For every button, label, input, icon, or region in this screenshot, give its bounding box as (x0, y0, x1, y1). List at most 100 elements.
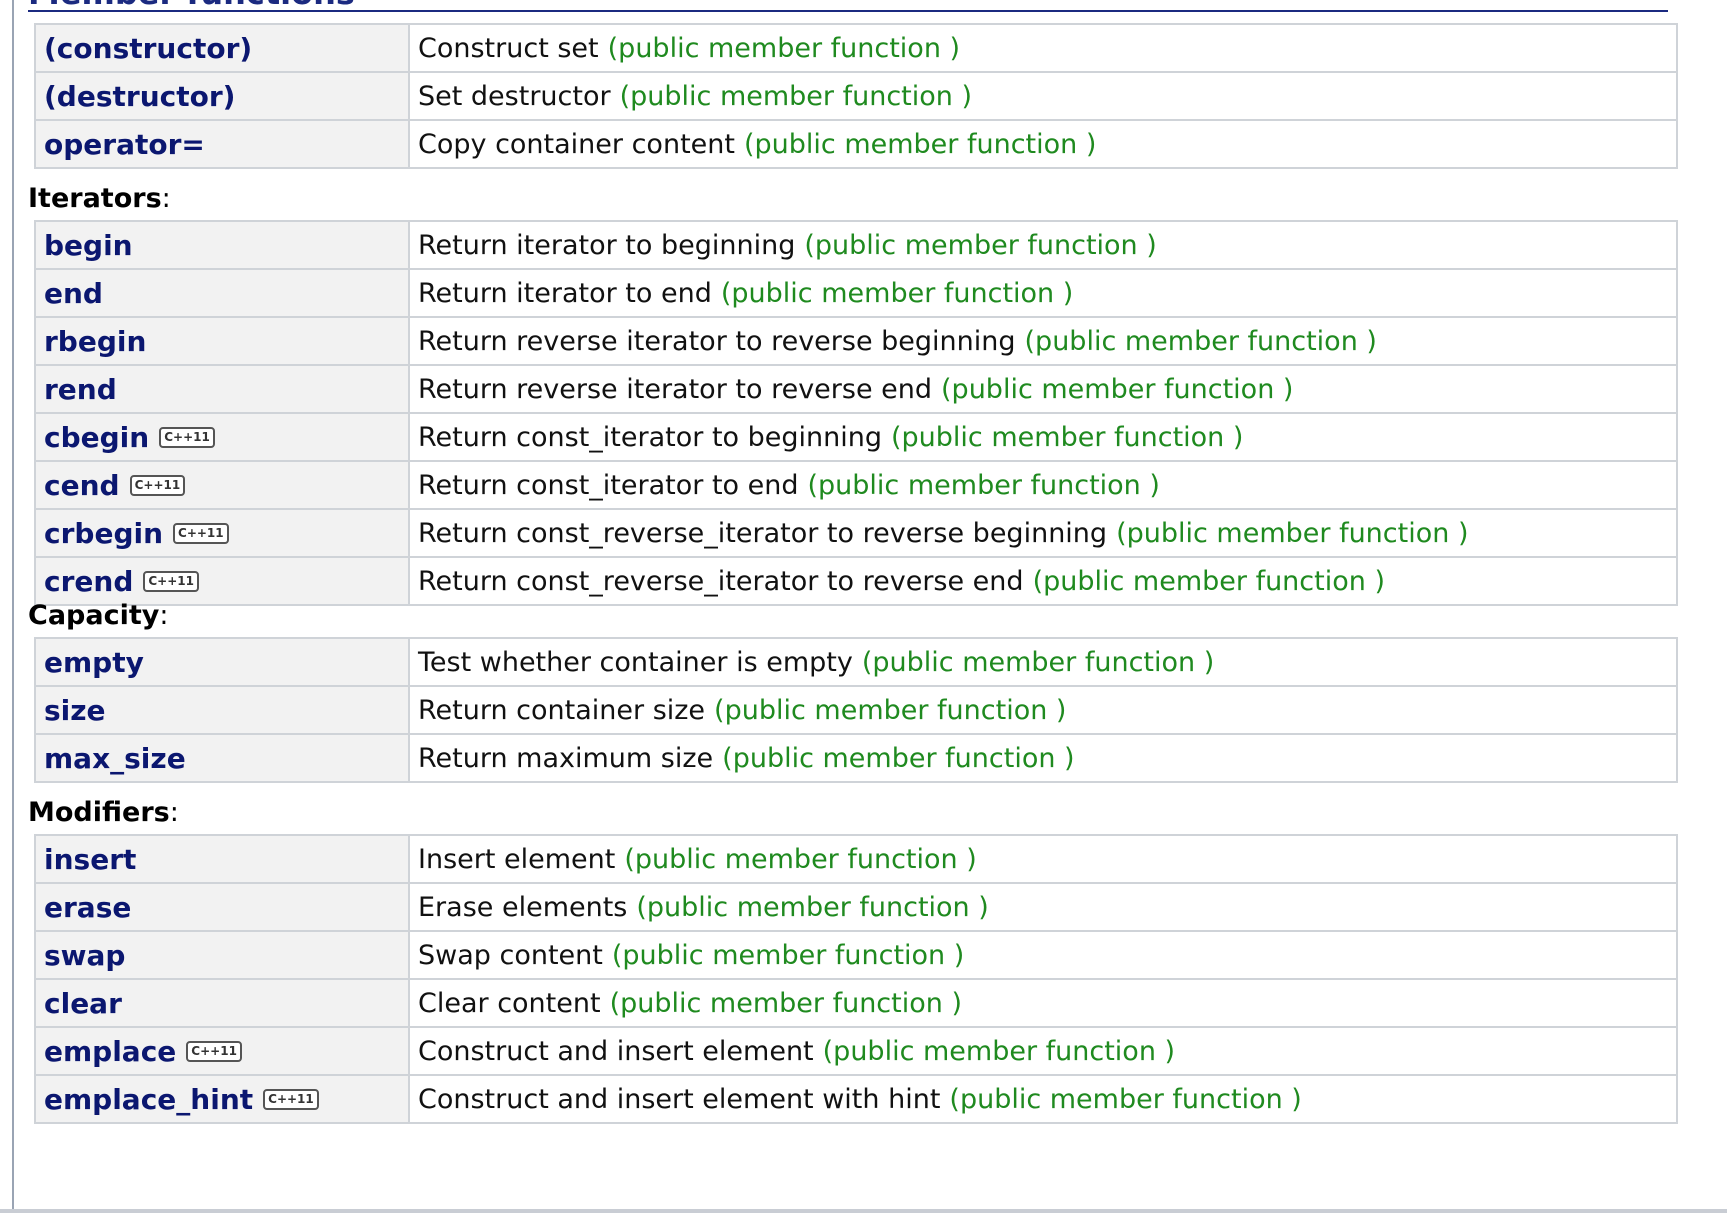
member-name-link[interactable]: clear (44, 987, 122, 1020)
table-row: (destructor) Set destructor (public member… (34, 71, 1678, 121)
section-heading: Member functions (28, 0, 355, 10)
cpp11-badge-icon: C++11 (159, 426, 215, 448)
member-table-modifiers: insert Insert element (public member funct… (34, 834, 1678, 1124)
member-description: Return const_iterator to beginning (418, 421, 882, 453)
member-name-cell: swap (34, 930, 410, 980)
member-description-cell: Return container size (public member func… (408, 685, 1678, 735)
member-name-link[interactable]: cend (44, 469, 120, 502)
member-name-link[interactable]: (constructor) (44, 32, 252, 65)
member-name-link[interactable]: cbegin (44, 421, 149, 454)
member-kind-label: (public member function ) (714, 694, 1067, 726)
member-name-link[interactable]: erase (44, 891, 131, 924)
table-row: emplace_hint C++11 Construct and insert el… (34, 1074, 1678, 1124)
member-name-cell: max_size (34, 733, 410, 783)
member-description: Test whether container is empty (418, 646, 853, 678)
member-kind-label: (public member function ) (636, 891, 989, 923)
member-name-link[interactable]: operator= (44, 128, 205, 161)
member-description: Insert element (418, 843, 616, 875)
member-name-cell: rbegin (34, 316, 410, 366)
member-name-link[interactable]: swap (44, 939, 125, 972)
member-name-cell: size (34, 685, 410, 735)
table-row: cend C++11 Return const_iterator to end (pu… (34, 460, 1678, 510)
member-description: Return const_reverse_iterator to reverse… (418, 565, 1024, 597)
member-name-cell: insert (34, 834, 410, 884)
member-name-link[interactable]: crbegin (44, 517, 163, 550)
group-title-capacity: Capacity: (28, 600, 169, 631)
member-name-cell: cend C++11 (34, 460, 410, 510)
member-name-link[interactable]: emplace_hint (44, 1083, 253, 1116)
member-description-cell: Return reverse iterator to reverse end (p… (408, 364, 1678, 414)
member-name-link[interactable]: emplace (44, 1035, 176, 1068)
member-kind-label: (public member function ) (822, 1035, 1176, 1067)
table-row: erase Erase elements (public member functi… (34, 882, 1678, 932)
member-description: Return const_iterator to end (418, 469, 799, 501)
member-table-capacity: empty Test whether container is empty (pub… (34, 637, 1678, 783)
cpp11-badge-icon: C++11 (129, 474, 186, 496)
member-kind-label: (public member function ) (804, 229, 1157, 261)
table-row: max_size Return maximum size (public membe… (34, 733, 1678, 783)
bottom-divider (0, 1209, 1727, 1213)
member-description: Return maximum size (418, 742, 714, 774)
member-name-link[interactable]: rbegin (44, 325, 146, 358)
member-description: Return iterator to end (418, 277, 712, 309)
member-kind-label: (public member function ) (1116, 517, 1469, 549)
member-table-basic: (constructor) Construct set (public member… (34, 23, 1678, 169)
member-name-cell: end (34, 268, 410, 318)
member-description-cell: Return const_iterator to beginning (publi… (408, 412, 1678, 462)
member-name-cell: crend C++11 (34, 556, 410, 606)
member-description-cell: Erase elements (public member function ) (408, 882, 1678, 932)
member-description: Set destructor (418, 80, 611, 112)
member-name-link[interactable]: (destructor) (44, 80, 235, 113)
table-row: operator= Copy container content (public m… (34, 119, 1678, 169)
member-name-cell: (destructor) (34, 71, 410, 121)
member-description-cell: Set destructor (public member function ) (408, 71, 1678, 121)
member-name-cell: erase (34, 882, 410, 932)
member-description: Copy container content (418, 128, 735, 160)
member-description-cell: Copy container content (public member fun… (408, 119, 1678, 169)
member-kind-label: (public member function ) (807, 469, 1160, 501)
member-table-iterators: begin Return iterator to beginning (public… (34, 220, 1678, 606)
group-title-iterators: Iterators: (28, 183, 171, 214)
member-description-cell: Return reverse iterator to reverse begin… (408, 316, 1678, 366)
table-row: empty Test whether container is empty (pub… (34, 637, 1678, 687)
member-name-link[interactable]: begin (44, 229, 133, 262)
member-description: Construct set (418, 32, 599, 64)
member-name-link[interactable]: crend (44, 565, 133, 598)
member-name-link[interactable]: end (44, 277, 103, 310)
member-description-cell: Return maximum size (public member functi… (408, 733, 1678, 783)
member-description: Swap content (418, 939, 603, 971)
member-name-cell: operator= (34, 119, 410, 169)
member-description-cell: Construct and insert element with hint (p… (408, 1074, 1678, 1124)
member-name-cell: (constructor) (34, 23, 410, 73)
member-name-link[interactable]: rend (44, 373, 117, 406)
section-heading-underline (28, 10, 1668, 12)
table-row: crend C++11 Return const_reverse_iterator … (34, 556, 1678, 606)
member-name-link[interactable]: size (44, 694, 106, 727)
member-description-cell: Clear content (public member function ) (408, 978, 1678, 1028)
table-row: swap Swap content (public member function … (34, 930, 1678, 980)
member-kind-label: (public member function ) (861, 646, 1215, 678)
table-row: rend Return reverse iterator to reverse e… (34, 364, 1678, 414)
member-kind-label: (public member function ) (949, 1083, 1302, 1115)
left-margin-rule (0, 0, 14, 1213)
member-name-cell: emplace_hint C++11 (34, 1074, 410, 1124)
member-description-cell: Return iterator to beginning (public memb… (408, 220, 1678, 270)
table-row: begin Return iterator to beginning (public… (34, 220, 1678, 270)
table-row: (constructor) Construct set (public member… (34, 23, 1678, 73)
table-row: emplace C++11 Construct and insert element… (34, 1026, 1678, 1076)
cpp11-badge-icon: C++11 (143, 570, 199, 592)
member-description-cell: Construct and insert element (public memb… (408, 1026, 1678, 1076)
member-name-link[interactable]: max_size (44, 742, 186, 775)
page: Member functions (constructor) Construct … (0, 0, 1727, 1213)
member-description: Return iterator to beginning (418, 229, 796, 261)
group-title-modifiers: Modifiers: (28, 797, 179, 828)
member-kind-label: (public member function ) (1024, 325, 1377, 357)
cpp11-badge-icon: C++11 (263, 1088, 319, 1110)
member-name-link[interactable]: empty (44, 646, 144, 679)
member-name-link[interactable]: insert (44, 843, 136, 876)
member-description: Erase elements (418, 891, 628, 923)
member-name-cell: empty (34, 637, 410, 687)
member-kind-label: (public member function ) (1032, 565, 1385, 597)
table-row: rbegin Return reverse iterator to reverse… (34, 316, 1678, 366)
member-kind-label: (public member function ) (607, 32, 961, 64)
